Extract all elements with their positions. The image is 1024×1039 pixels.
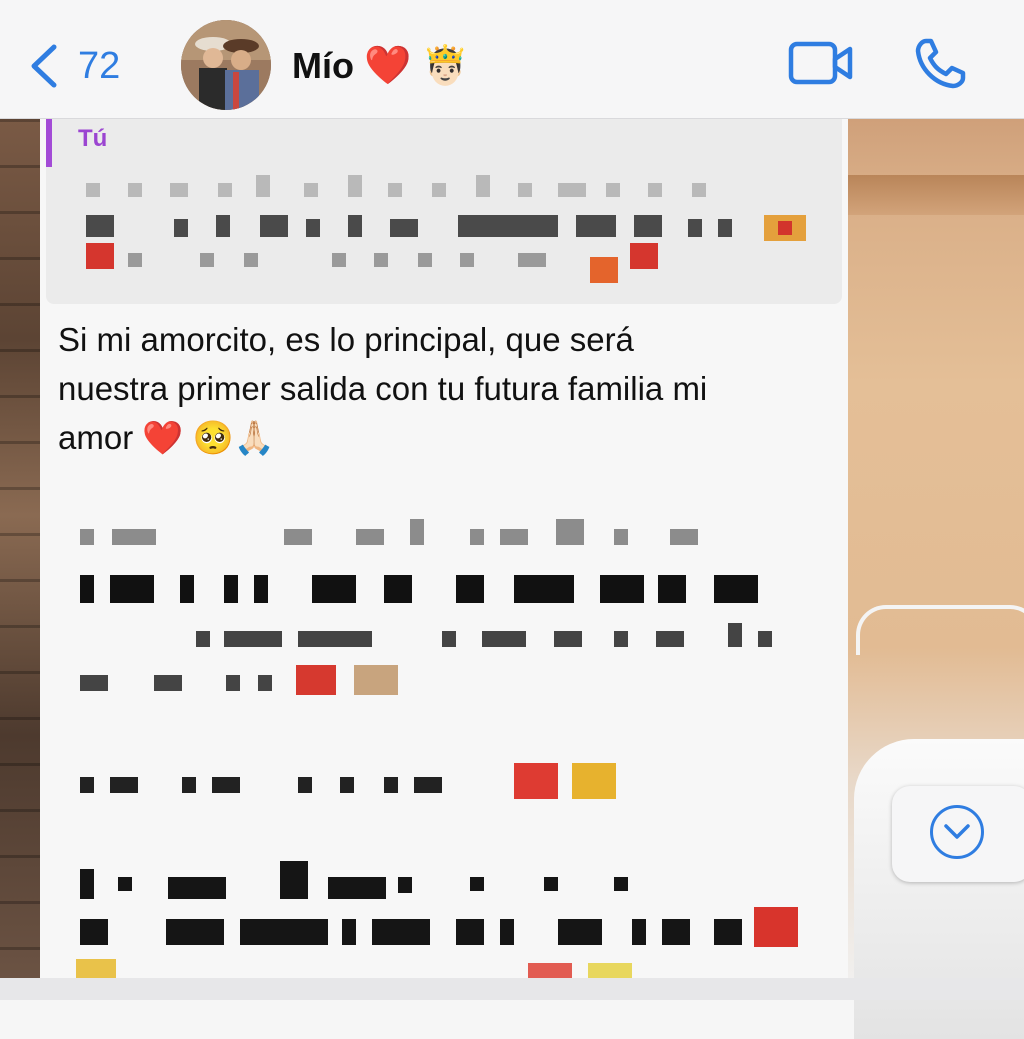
chevron-down-circle-icon bbox=[930, 805, 984, 859]
pixelated-text-block-2 bbox=[58, 759, 838, 824]
wallpaper-car-rack bbox=[856, 605, 1024, 655]
pixelated-text-block-1 bbox=[58, 509, 838, 714]
pixelated-text-block-3 bbox=[58, 855, 838, 984]
message-line-3: amor ❤️ 🥺🙏🏻 bbox=[58, 419, 275, 456]
video-call-button[interactable] bbox=[788, 38, 854, 93]
input-bar-edge bbox=[0, 978, 1024, 1000]
quoted-reply[interactable]: Tú bbox=[46, 119, 842, 304]
voice-call-button[interactable] bbox=[912, 36, 968, 97]
phone-icon bbox=[912, 38, 968, 96]
contact-name-text: Mío bbox=[292, 45, 354, 86]
contact-name-emoji: ❤️ 🤴🏻 bbox=[363, 45, 470, 87]
chat-header: 72 Mío ❤️ 🤴🏻 bbox=[0, 0, 1024, 119]
wallpaper-ledge bbox=[848, 175, 1024, 215]
unread-count: 72 bbox=[78, 45, 121, 87]
message-line-1: Si mi amorcito, es lo principal, que ser… bbox=[58, 321, 634, 358]
scroll-to-bottom-button[interactable] bbox=[892, 786, 1024, 882]
chat-wallpaper-left bbox=[0, 119, 42, 1000]
quoted-text-pixelated bbox=[78, 169, 818, 294]
message-line-2: nuestra primer salida con tu futura fami… bbox=[58, 370, 708, 407]
chevron-left-icon bbox=[28, 44, 58, 88]
video-camera-icon bbox=[788, 41, 854, 92]
quote-accent-bar bbox=[46, 119, 52, 167]
quote-sender: Tú bbox=[78, 125, 108, 152]
message-text: Si mi amorcito, es lo principal, que ser… bbox=[58, 315, 838, 462]
message-bubble[interactable]: Tú Si mi amorcito, es lo principal, que … bbox=[40, 119, 848, 979]
back-button[interactable]: 72 bbox=[28, 40, 120, 92]
contact-avatar[interactable] bbox=[181, 20, 271, 110]
contact-name[interactable]: Mío ❤️ 🤴🏻 bbox=[292, 40, 469, 92]
